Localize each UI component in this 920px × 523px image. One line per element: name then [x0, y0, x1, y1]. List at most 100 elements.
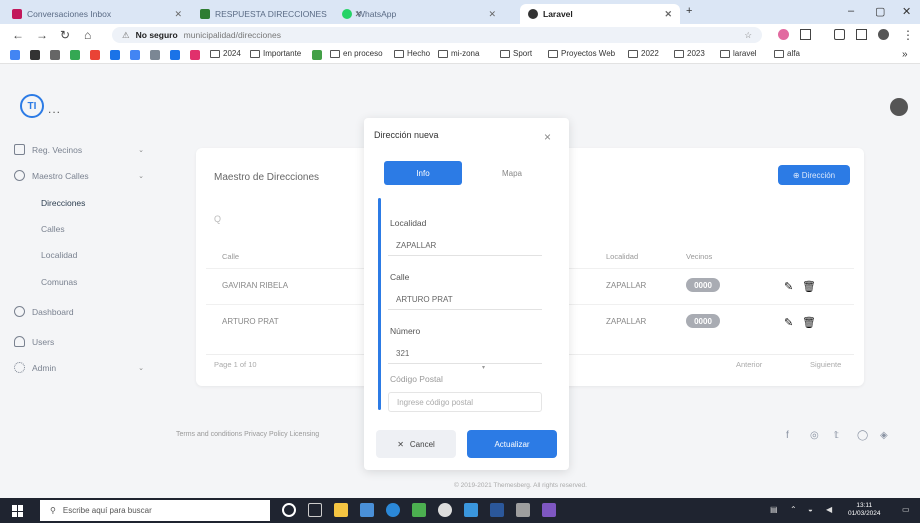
trash-icon[interactable]: 🗑 [802, 280, 816, 293]
tab-info[interactable]: Info [384, 161, 462, 185]
maximize-icon[interactable]: ▢ [875, 5, 885, 18]
bookmark-folder[interactable]: Sport [500, 49, 532, 58]
cancel-button[interactable]: ✕ Cancel [376, 430, 456, 458]
forward-arrow-icon[interactable]: → [36, 28, 48, 42]
vscode-icon[interactable] [464, 503, 478, 517]
drive-bookmark-icon[interactable] [30, 50, 40, 60]
dribbble-icon[interactable]: ◈ [880, 430, 888, 441]
edit-pencil-icon[interactable]: ✎ [784, 316, 793, 329]
update-button[interactable]: Actualizar [467, 430, 557, 458]
sidebar-item-users[interactable]: Users [14, 336, 144, 347]
v-bookmark-icon[interactable] [110, 50, 120, 60]
tray-chevron-icon[interactable]: ⌃ [790, 505, 797, 514]
docs-bookmark-icon[interactable] [130, 50, 140, 60]
facebook-icon[interactable]: f [786, 430, 789, 441]
chrome-icon[interactable] [438, 503, 452, 517]
bookmark-folder[interactable]: 2023 [674, 49, 705, 58]
bookmark-folder[interactable]: en proceso [330, 49, 383, 58]
close-tab-icon[interactable]: ✕ [664, 9, 672, 20]
edit-pencil-icon[interactable]: ✎ [784, 280, 793, 293]
close-tab-icon[interactable]: ✕ [174, 9, 182, 20]
postal-code-field[interactable]: Ingrese código postal [388, 392, 542, 412]
clock[interactable]: 13:11 01/03/2024 [848, 502, 881, 518]
trash-icon[interactable]: 🗑 [802, 316, 816, 329]
github-icon[interactable]: ◯ [857, 430, 868, 441]
instagram-bookmark-icon[interactable] [190, 50, 200, 60]
windows-start-icon[interactable] [12, 505, 24, 517]
bookmark-folder[interactable]: alfa [774, 49, 800, 58]
bookmark-folder[interactable]: 2022 [628, 49, 659, 58]
notifications-icon[interactable]: ▭ [902, 505, 910, 514]
sidebar-subitem-direcciones[interactable]: Direcciones [41, 198, 85, 208]
app-icon[interactable] [412, 503, 426, 517]
bookmark-folder[interactable]: 2024 [210, 49, 241, 58]
google-bookmark-icon[interactable] [10, 50, 20, 60]
close-tab-icon[interactable]: ✕ [488, 9, 496, 20]
sidebar-item-maestro-calles[interactable]: Maestro Calles ⌄ [14, 170, 144, 181]
extensions-puzzle-icon[interactable] [800, 29, 811, 40]
extension-icon[interactable] [778, 29, 789, 40]
previous-page-button[interactable]: Anterior [736, 360, 762, 369]
maps-bookmark-icon[interactable] [70, 50, 80, 60]
minimize-icon[interactable]: – [848, 5, 854, 17]
footer-links[interactable]: Terms and conditions Privacy Policy Lice… [176, 431, 319, 438]
keyboard-icon[interactable]: ▤ [770, 505, 778, 514]
bookmark-folder[interactable]: Proyectos Web [548, 49, 615, 58]
volume-icon[interactable]: ◀ [826, 505, 832, 514]
browser-tab[interactable]: WhatsApp ✕ [334, 4, 504, 24]
next-page-button[interactable]: Siguiente [810, 360, 841, 369]
bookmark-folder[interactable]: mi-zona [438, 49, 479, 58]
sidebar-item-dashboard[interactable]: Dashboard [14, 306, 144, 317]
instagram-icon[interactable]: ◎ [810, 430, 819, 441]
store-icon[interactable] [360, 503, 374, 517]
task-view-icon[interactable] [308, 503, 322, 517]
bookmark-folder[interactable]: laravel [720, 49, 757, 58]
app-icon[interactable] [542, 503, 556, 517]
bookmark-folder[interactable]: Importante [250, 49, 301, 58]
word-icon[interactable] [490, 503, 504, 517]
app-bookmark-icon[interactable] [312, 50, 322, 60]
twitter-icon[interactable]: 𝕥 [834, 430, 839, 441]
numero-field[interactable]: 321 [388, 344, 542, 364]
avatar[interactable] [890, 98, 908, 116]
taskbar-search-input[interactable]: ⚲ Escribe aquí para buscar [40, 500, 270, 521]
profile-icon[interactable] [878, 29, 889, 40]
calle-select[interactable]: ARTURO PRAT [388, 290, 542, 310]
app-icon[interactable] [516, 503, 530, 517]
url-input[interactable]: ⚠ No seguro municipalidad/direcciones ☆ [112, 27, 762, 43]
close-window-icon[interactable]: ✕ [902, 5, 911, 18]
scrollbar[interactable] [378, 198, 381, 410]
a-bookmark-icon[interactable] [170, 50, 180, 60]
menu-kebab-icon[interactable]: ⋮ [902, 28, 914, 42]
sidebar-subitem-comunas[interactable]: Comunas [41, 277, 77, 287]
home-icon[interactable]: ⌂ [84, 28, 91, 42]
bookmarks-overflow-button[interactable]: » [902, 49, 908, 60]
close-icon[interactable]: × [544, 130, 551, 144]
youtube-bookmark-icon[interactable] [90, 50, 100, 60]
sidebar-item-reg-vecinos[interactable]: Reg. Vecinos ⌄ [14, 144, 144, 155]
calendar-bookmark-icon[interactable] [50, 50, 60, 60]
windows-taskbar: ⚲ Escribe aquí para buscar ▤ ⌃ ◒ ◀ 13:11… [0, 498, 920, 523]
add-address-button[interactable]: ⊕ Dirección [778, 165, 850, 185]
search-input[interactable]: Q [214, 214, 354, 232]
cortana-icon[interactable] [282, 503, 296, 517]
back-arrow-icon[interactable]: ← [12, 28, 24, 42]
sidebar-subitem-calles[interactable]: Calles [41, 224, 65, 234]
edge-icon[interactable] [386, 503, 400, 517]
sheets-bookmark-icon[interactable] [150, 50, 160, 60]
logo-icon[interactable]: TI [20, 94, 44, 118]
reload-icon[interactable]: ↻ [60, 28, 70, 42]
browser-tab[interactable]: Conversaciones Inbox ✕ [4, 4, 190, 24]
tab-mapa[interactable]: Mapa [482, 161, 542, 185]
file-explorer-icon[interactable] [334, 503, 348, 517]
new-tab-button[interactable]: + [686, 5, 692, 17]
localidad-select[interactable]: ZAPALLAR [388, 236, 542, 256]
bookmark-folder[interactable]: Hecho [394, 49, 430, 58]
reading-list-icon[interactable] [834, 29, 845, 40]
sidebar-panel-icon[interactable] [856, 29, 867, 40]
network-icon[interactable]: ◒ [808, 505, 813, 514]
sidebar-item-admin[interactable]: Admin ⌄ [14, 362, 144, 373]
browser-tab-active[interactable]: Laravel ✕ [520, 4, 680, 24]
star-icon[interactable]: ☆ [744, 30, 752, 41]
sidebar-subitem-localidad[interactable]: Localidad [41, 250, 77, 260]
